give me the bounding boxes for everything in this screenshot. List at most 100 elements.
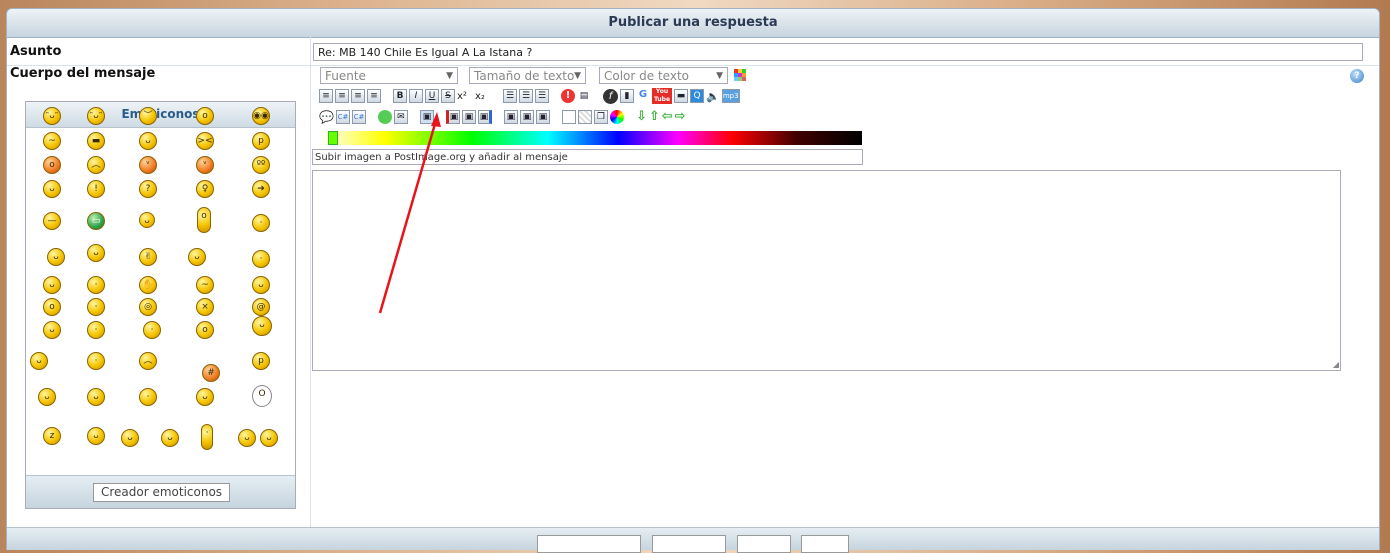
smiley-bandana-icon[interactable]: ᴗ bbox=[87, 244, 105, 262]
smiley-confused-icon[interactable]: ~ bbox=[43, 132, 61, 150]
smiley-group-icon[interactable]: ᴗ bbox=[121, 429, 139, 447]
exclamation-icon[interactable]: ! bbox=[87, 180, 105, 198]
color-palette[interactable] bbox=[320, 131, 862, 145]
bold-button[interactable]: B bbox=[393, 89, 407, 103]
smiley-rolleyes-icon[interactable]: ºº bbox=[252, 156, 270, 174]
smiley-yawn-icon[interactable]: o bbox=[43, 298, 61, 316]
smiley-point-icon[interactable]: · bbox=[139, 388, 157, 406]
resize-handle-icon[interactable]: ◢ bbox=[1333, 360, 1339, 369]
smiley-shy-icon[interactable]: · bbox=[87, 298, 105, 316]
smiley-cry-icon[interactable]: ︵ bbox=[87, 156, 105, 174]
smiley-happy-icon[interactable]: ᵔᴗᵔ bbox=[87, 107, 105, 125]
link-icon[interactable] bbox=[377, 109, 392, 124]
code-block-icon[interactable]: C# bbox=[351, 109, 366, 124]
list-item-icon[interactable]: ☰ bbox=[535, 89, 549, 103]
smiley-laugh-icon[interactable]: ᴗ bbox=[139, 132, 157, 150]
align-left-icon[interactable]: ≡ bbox=[319, 89, 333, 103]
video-icon[interactable]: ▮ bbox=[620, 89, 634, 103]
smiley-smile2-icon[interactable]: ᴗ bbox=[43, 276, 61, 294]
idea-icon[interactable]: ♀ bbox=[196, 180, 214, 198]
smiley-sad-icon[interactable]: ︶ bbox=[139, 107, 157, 125]
background-icon[interactable] bbox=[577, 109, 592, 124]
question-icon[interactable]: ? bbox=[139, 180, 157, 198]
smiley-cheer-icon[interactable]: ᴗ bbox=[238, 429, 256, 447]
smiley-geek-icon[interactable]: ᴗ bbox=[139, 212, 155, 228]
arrow-left-icon[interactable]: ⇦ bbox=[662, 109, 673, 124]
copy-icon[interactable]: ❐ bbox=[593, 109, 608, 124]
email-icon[interactable]: ✉ bbox=[393, 109, 408, 124]
strike-button[interactable]: S bbox=[441, 89, 455, 103]
smiley-disappointed-icon[interactable]: ︵ bbox=[139, 352, 157, 370]
image-center-icon[interactable]: ▣ bbox=[461, 109, 476, 124]
smiley-angry-icon[interactable]: × bbox=[196, 298, 214, 316]
align-justify-icon[interactable]: ≡ bbox=[367, 89, 381, 103]
smiley-embarrassed-icon[interactable]: o bbox=[43, 156, 61, 174]
smiley-whistle-icon[interactable]: o bbox=[196, 321, 214, 339]
smiley-eating-icon[interactable]: ᴗ bbox=[43, 321, 61, 339]
smiley-evil-icon[interactable]: ᵛ bbox=[139, 156, 157, 174]
subscript-button[interactable]: x₂ bbox=[475, 91, 491, 102]
image-right-icon[interactable]: ▣ bbox=[477, 109, 492, 124]
smiley-banana-icon[interactable]: · bbox=[201, 424, 213, 450]
underline-button[interactable]: U bbox=[425, 89, 439, 103]
color-wheel-icon[interactable] bbox=[609, 109, 624, 124]
smiley-doubt-icon[interactable]: ~ bbox=[196, 276, 214, 294]
smiley-tall-icon[interactable]: o bbox=[197, 207, 211, 233]
smiley-glasses-icon[interactable]: ◎ bbox=[139, 298, 157, 316]
smiley-cool-icon[interactable]: ▬ bbox=[87, 132, 105, 150]
smiley-surprised-icon[interactable]: o bbox=[196, 107, 214, 125]
align-center-icon[interactable]: ≡ bbox=[335, 89, 349, 103]
smiley-tongue-icon[interactable]: p bbox=[252, 352, 270, 370]
smiley-scared-icon[interactable]: O bbox=[252, 385, 272, 407]
smiley-cheer2-icon[interactable]: ᴗ bbox=[260, 429, 278, 447]
superscript-button[interactable]: x² bbox=[457, 91, 473, 102]
image-upload-icon[interactable]: ▣ bbox=[419, 109, 434, 124]
image-float-right-icon[interactable]: ▣ bbox=[535, 109, 550, 124]
smiley-swearing-icon[interactable]: # bbox=[202, 364, 220, 382]
emoticon-creator-button[interactable]: Creador emoticonos bbox=[93, 483, 230, 502]
smiley-flying-icon[interactable]: ᴗ bbox=[47, 248, 65, 266]
sound-icon[interactable]: 🔈 bbox=[706, 90, 720, 103]
arrow-icon[interactable]: ➔ bbox=[252, 180, 270, 198]
smiley-peace-icon[interactable]: ✌ bbox=[139, 248, 157, 266]
alert-icon[interactable]: ! bbox=[561, 89, 575, 103]
smiley-dizzy-icon[interactable]: @ bbox=[252, 298, 270, 316]
arrow-down-icon[interactable]: ⇩ bbox=[636, 109, 647, 124]
align-right-icon[interactable]: ≡ bbox=[351, 89, 365, 103]
size-select[interactable]: Tamaño de texto ▼ bbox=[469, 67, 586, 84]
italic-button[interactable]: I bbox=[409, 89, 423, 103]
image-float-center-icon[interactable]: ▣ bbox=[519, 109, 534, 124]
subject-input[interactable]: Re: MB 140 Chile Es Igual A La Istana ? bbox=[313, 43, 1363, 61]
quote-icon[interactable]: 💬 bbox=[319, 110, 334, 124]
smiley-mad-icon[interactable]: >< bbox=[196, 132, 214, 150]
smiley-santa-icon[interactable]: ᴗ bbox=[87, 427, 105, 445]
color-grid-button[interactable] bbox=[734, 69, 746, 81]
smiley-pair-icon[interactable]: ᴗ bbox=[30, 352, 48, 370]
smiley-violin-icon[interactable]: ᴗ bbox=[188, 248, 206, 266]
flash-icon[interactable]: f bbox=[603, 88, 618, 104]
table-icon[interactable] bbox=[561, 109, 576, 124]
smiley-shocked-icon[interactable]: ◉◉ bbox=[252, 107, 270, 125]
arrow-right-icon[interactable]: ⇨ bbox=[675, 109, 686, 124]
smiley-peek-icon[interactable]: · bbox=[252, 214, 270, 232]
smiley-twisted-icon[interactable]: ᵛ bbox=[196, 156, 214, 174]
smiley-wave-icon[interactable]: ✋ bbox=[139, 276, 157, 294]
smiley-sleep-icon[interactable]: z bbox=[43, 427, 61, 445]
media-icon[interactable]: ▬ bbox=[674, 89, 688, 103]
list-bullet-icon[interactable]: ☰ bbox=[503, 89, 517, 103]
smiley-mrgreen-icon[interactable]: ▭ bbox=[87, 212, 105, 230]
color-select[interactable]: Color de texto ▼ bbox=[599, 67, 728, 84]
smiley-mask-icon[interactable]: · bbox=[87, 352, 105, 370]
smiley-content-icon[interactable]: ᴗ bbox=[196, 388, 214, 406]
font-select[interactable]: Fuente ▼ bbox=[320, 67, 458, 84]
smiley-thinking-icon[interactable]: · bbox=[87, 276, 105, 294]
smiley-smile-icon[interactable]: · bbox=[252, 250, 270, 268]
horizontal-rule-icon[interactable]: ▤ bbox=[577, 89, 591, 103]
list-numbered-icon[interactable]: ☰ bbox=[519, 89, 533, 103]
arrow-up-icon[interactable]: ⇧ bbox=[649, 109, 660, 124]
smiley-angel-icon[interactable]: ᴗ bbox=[252, 316, 272, 336]
smiley-salute-icon[interactable]: ᴗ bbox=[252, 276, 270, 294]
code-icon[interactable]: C# bbox=[335, 109, 350, 124]
smiley-group2-icon[interactable]: ᴗ bbox=[161, 429, 179, 447]
message-body-textarea[interactable]: ◢ bbox=[312, 170, 1341, 371]
